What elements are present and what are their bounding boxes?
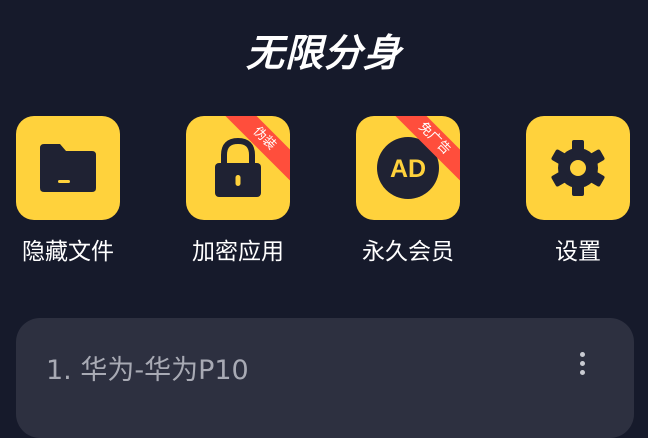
hidden-files-label: 隐藏文件 [22,239,114,265]
lifetime-member-button[interactable]: AD 免广告 [356,116,460,220]
clone-title: 1. 华为-华为P10 [46,355,249,386]
settings-label: 设置 [555,239,601,265]
encrypt-apps-label: 加密应用 [192,239,284,265]
app-title: 无限分身 [245,31,402,75]
clone-list-item[interactable]: 1. 华为-华为P10 [16,318,634,438]
encrypt-apps-button[interactable]: 伪装 [186,116,290,220]
gear-icon [548,138,608,198]
hidden-files-button[interactable] [16,116,120,220]
lifetime-member-label: 永久会员 [362,239,454,265]
settings-button[interactable] [526,116,630,220]
folder-icon [36,142,100,194]
more-vertical-icon[interactable] [580,352,588,379]
svg-text:AD: AD [390,155,426,183]
